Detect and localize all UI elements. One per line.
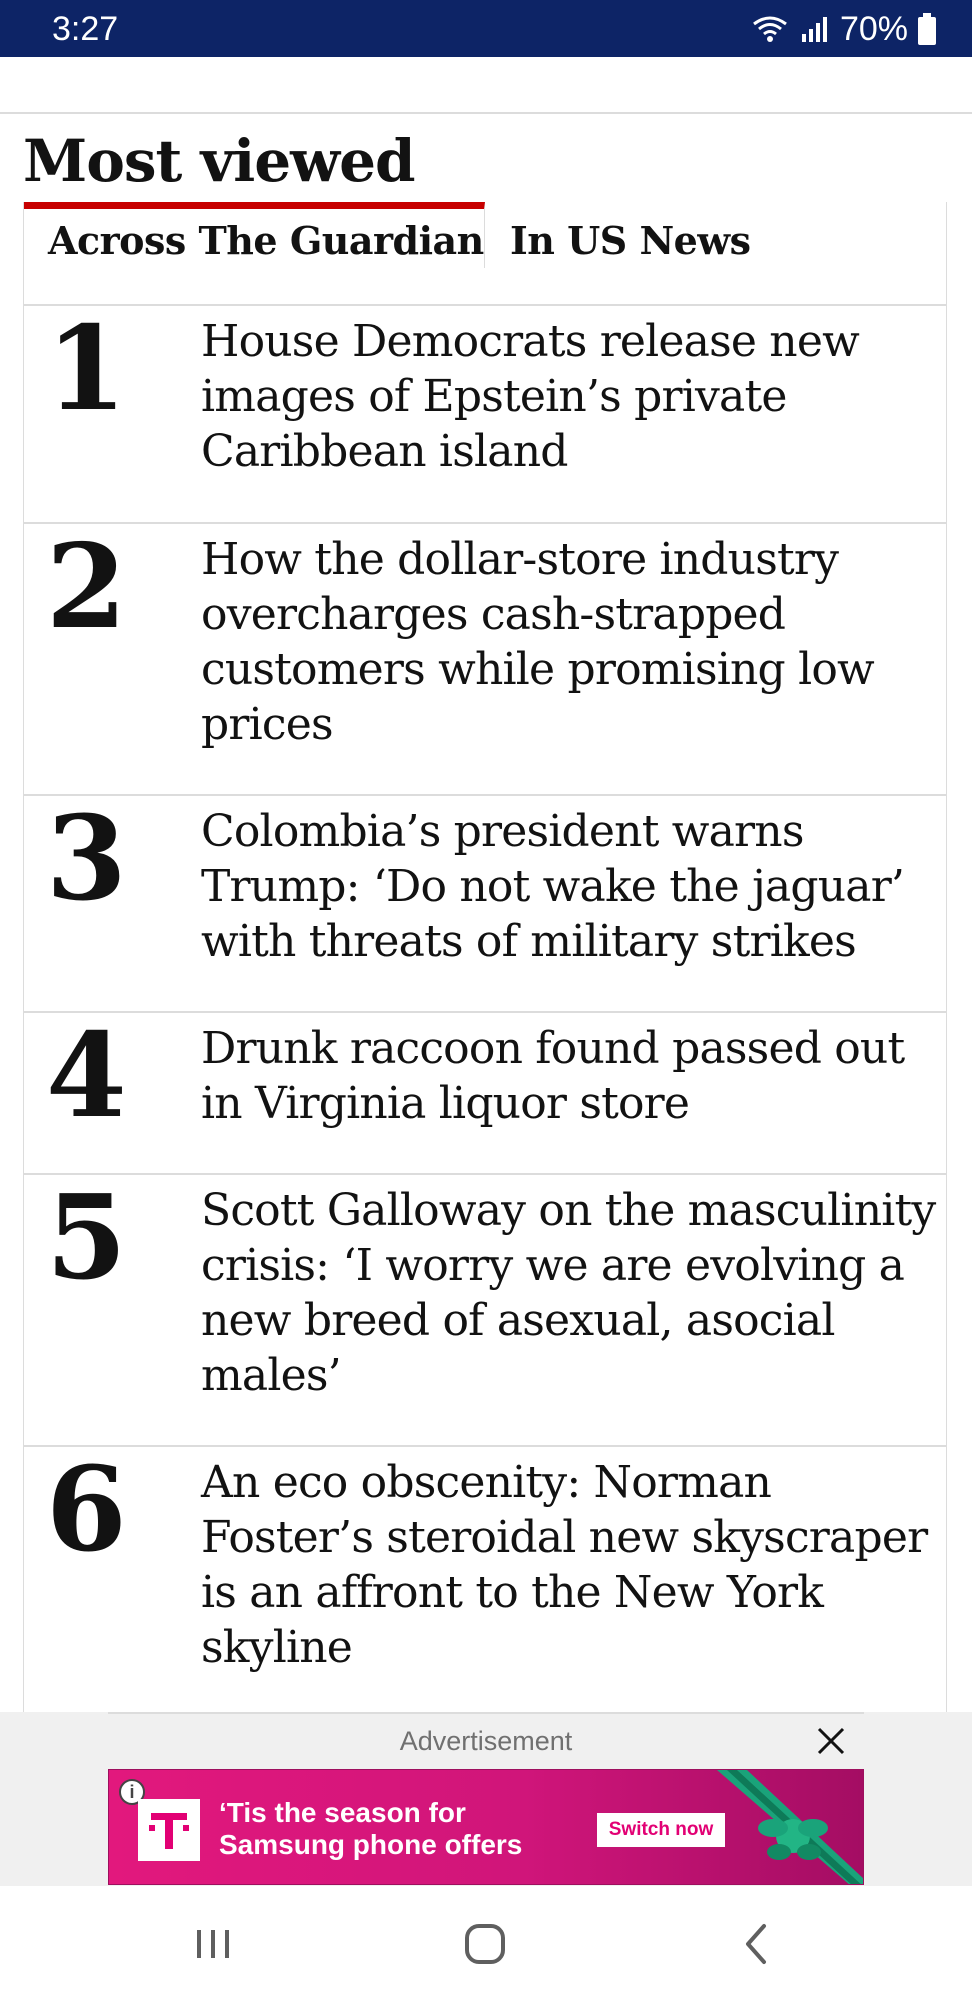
- tab-across-the-guardian[interactable]: Across The Guardian: [24, 202, 485, 268]
- headline-link[interactable]: Colombia’s president warns Trump: ‘Do no…: [201, 804, 936, 969]
- most-viewed-tabs: Across The Guardian In US News: [23, 202, 947, 306]
- battery-percent: 70%: [839, 10, 908, 48]
- recent-apps-icon[interactable]: [183, 1916, 243, 1972]
- list-item[interactable]: 5 Scott Galloway on the masculinity cris…: [24, 1170, 946, 1447]
- status-icons: 70%: [750, 9, 936, 49]
- status-bar: 3:27 70%: [0, 0, 972, 57]
- headline-link[interactable]: House Democrats release new images of Ep…: [201, 314, 936, 479]
- status-time: 3:27: [52, 10, 119, 48]
- close-icon[interactable]: [814, 1724, 848, 1758]
- switch-now-button[interactable]: Switch now: [597, 1813, 725, 1847]
- t-mobile-logo-icon: [138, 1799, 200, 1861]
- ad-headline: ‘Tis the season for Samsung phone offers: [219, 1797, 523, 1860]
- headline-link[interactable]: Scott Galloway on the masculinity crisis…: [201, 1183, 936, 1403]
- section-title: Most viewed: [23, 127, 416, 195]
- home-icon[interactable]: [455, 1916, 515, 1972]
- list-item[interactable]: 6 An eco obscenity: Norman Foster’s ster…: [24, 1442, 946, 1717]
- rank-number: 3: [46, 791, 127, 927]
- navigation-bar: [0, 1886, 972, 2000]
- tab-label: In US News: [510, 218, 751, 263]
- ad-banner[interactable]: i ‘Tis the season for Samsung phone offe…: [108, 1769, 864, 1885]
- most-viewed-list: 1 House Democrats release new images of …: [23, 301, 947, 1717]
- rank-number: 1: [46, 301, 127, 437]
- tab-label: Across The Guardian: [48, 218, 484, 263]
- headline-link[interactable]: How the dollar-store industry overcharge…: [201, 532, 936, 752]
- wifi-icon: [753, 16, 787, 42]
- signal-icon: [801, 17, 827, 42]
- headline-link[interactable]: Drunk raccoon found passed out in Virgin…: [201, 1021, 936, 1131]
- rank-number: 4: [46, 1008, 127, 1144]
- headline-link[interactable]: An eco obscenity: Norman Foster’s steroi…: [201, 1455, 936, 1675]
- back-icon[interactable]: [728, 1916, 788, 1972]
- rank-number: 2: [46, 519, 127, 655]
- top-divider: [0, 112, 972, 114]
- ad-divider: [108, 1712, 864, 1714]
- rank-number: 6: [46, 1442, 127, 1578]
- list-item[interactable]: 3 Colombia’s president warns Trump: ‘Do …: [24, 791, 946, 1013]
- advertisement-slot: Advertisement i ‘Tis the season for Sams…: [0, 1712, 972, 1886]
- list-item[interactable]: 2 How the dollar-store industry overchar…: [24, 519, 946, 796]
- list-item[interactable]: 1 House Democrats release new images of …: [24, 301, 946, 524]
- list-item[interactable]: 4 Drunk raccoon found passed out in Virg…: [24, 1008, 946, 1175]
- battery-icon: [918, 13, 936, 45]
- tab-in-us-news[interactable]: In US News: [485, 202, 947, 268]
- rank-number: 5: [46, 1170, 127, 1306]
